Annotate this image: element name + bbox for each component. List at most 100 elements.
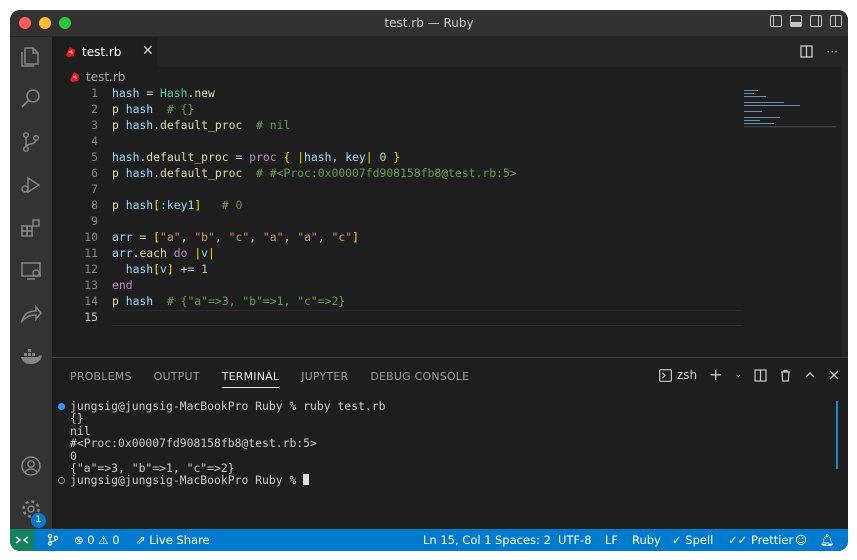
terminal-line: #<Proc:0x00007fd908158fb8@test.rb:5> (70, 436, 317, 451)
code-line: 5 hash.default_proc = proc { |hash, key| … (91, 150, 401, 164)
maximize-panel-icon[interactable] (804, 369, 816, 381)
terminal-prompt-line: jungsig@jungsig-MacBookPro Ruby % (56, 474, 385, 487)
minimap[interactable] (744, 88, 836, 128)
source-branch-icon[interactable] (46, 533, 59, 546)
chevron-down-icon[interactable]: ⌄ (734, 370, 742, 380)
split-terminal-icon[interactable] (754, 368, 767, 382)
code-line: 6p hash.default_proc # #<Proc:0x00007fd9… (91, 166, 517, 180)
code-line: 15 (84, 310, 98, 324)
prompt-circle-icon (58, 477, 65, 485)
prettier-status[interactable]: ✓✓ Prettier (728, 533, 793, 547)
vscode-window: test.rb — Ruby 1 test.rb ✕ ··· test.rb 1… (10, 10, 848, 551)
terminal-scrollbar[interactable] (836, 401, 838, 469)
code-line-text: hash[v] += 1 (125, 262, 209, 276)
tab-test-rb[interactable]: test.rb ✕ (52, 37, 157, 67)
close-panel-icon[interactable] (828, 369, 840, 381)
notifications-bell-icon[interactable]: 🔔︎ (820, 533, 835, 547)
code-line: 2p hash # {} (91, 102, 195, 116)
live-share-button[interactable]: ⇗ Live Share (136, 533, 210, 547)
breadcrumb: test.rb (68, 69, 125, 85)
code-line: 11 arr.each do |v| (84, 246, 215, 260)
remote-explorer-icon[interactable] (19, 259, 43, 283)
code-line-text: arr.each do |v| (112, 246, 215, 260)
new-terminal-icon[interactable]: + (709, 367, 722, 383)
search-icon[interactable] (19, 87, 43, 111)
editor-scrollbar[interactable] (842, 67, 848, 357)
toggle-secondary-sidebar-icon[interactable] (810, 15, 822, 27)
code-line: 10 arr = ["a", "b", "c", "a", "a", "c"] (84, 230, 359, 244)
shell-name: zsh (676, 368, 698, 382)
problems-status[interactable]: ⊗ 0 ⚠ 0 (74, 533, 120, 547)
code-line-text: p hash # {"a"=>3, "b"=>1, "c"=>2} (112, 294, 346, 308)
terminal-icon (658, 368, 672, 382)
terminal-shell-selector[interactable]: zsh (658, 368, 698, 382)
source-control-icon[interactable] (19, 130, 43, 154)
spell-checker[interactable]: ✓ Spell (672, 533, 713, 547)
code-line-text: end (112, 278, 133, 292)
split-editor-icon[interactable] (799, 45, 813, 58)
double-check-icon: ✓✓ (728, 533, 748, 547)
code-line: 1 hash = Hash.new (91, 86, 215, 100)
warning-count: 0 (112, 533, 120, 547)
code-editor[interactable]: 1 hash = Hash.new 2p hash # {} 3p hash.de… (52, 86, 742, 348)
layout-controls (770, 15, 842, 27)
tab-label: test.rb (82, 45, 122, 59)
terminal-line: jungsig@jungsig-MacBookPro Ruby % ruby t… (56, 400, 385, 412)
ruby-file-icon (70, 72, 79, 82)
remote-indicator-button[interactable] (10, 529, 34, 551)
code-line-text: p hash # {} (112, 102, 195, 116)
cursor-position[interactable]: Ln 15, Col 1 (423, 533, 492, 547)
extensions-icon[interactable] (19, 216, 43, 240)
code-line: 8p hash[:key1] # 0 (91, 198, 243, 212)
panel-actions: zsh + ⌄ (658, 367, 840, 383)
tab-terminal[interactable]: TERMINAL (221, 370, 280, 388)
status-bar: ⊗ 0 ⚠ 0 ⇗ Live Share Ln 15, Col 1 Spaces… (10, 529, 848, 551)
error-count: 0 (87, 533, 95, 547)
feedback-icon[interactable]: ☺ (795, 533, 807, 547)
breadcrumb-file[interactable]: test.rb (86, 70, 125, 84)
editor-actions: ··· (799, 45, 838, 59)
terminal-output[interactable]: jungsig@jungsig-MacBookPro Ruby % ruby t… (56, 400, 385, 487)
toggle-panel-icon[interactable] (790, 15, 802, 27)
activity-bar: 1 (10, 37, 52, 529)
code-line-text: p hash.default_proc # #<Proc:0x00007fd90… (112, 166, 517, 180)
code-line-text: hash.default_proc = proc { |hash, key| 0… (112, 150, 401, 164)
live-share-icon: ⇗ (136, 533, 146, 547)
code-line-text: hash = Hash.new (112, 86, 215, 100)
code-line: 12 hash[v] += 1 (84, 262, 209, 276)
error-icon: ⊗ (74, 533, 84, 547)
warning-icon: ⚠ (98, 533, 109, 547)
ruby-file-icon (66, 47, 75, 57)
close-tab-icon[interactable]: ✕ (142, 43, 154, 59)
run-debug-icon[interactable] (19, 173, 43, 197)
tab-output[interactable]: OUTPUT (154, 370, 200, 388)
code-line-text: p hash[:key1] # 0 (112, 198, 243, 212)
code-line: 9 (91, 214, 98, 228)
customize-layout-icon[interactable] (830, 15, 842, 27)
tab-debug-console[interactable]: DEBUG CONSOLE (370, 370, 469, 388)
accounts-icon[interactable] (19, 454, 43, 478)
command-success-icon (58, 403, 65, 410)
tab-problems[interactable]: PROBLEMS (70, 370, 132, 388)
more-actions-icon[interactable]: ··· (827, 45, 838, 59)
tab-jupyter[interactable]: JUPYTER (301, 370, 348, 388)
end-of-line[interactable]: LF (605, 533, 618, 547)
toggle-sidebar-icon[interactable] (770, 15, 782, 27)
code-line: 14 p hash # {"a"=>3, "b"=>1, "c"=>2} (84, 294, 346, 308)
live-share-icon[interactable] (19, 302, 43, 326)
title-bar: test.rb — Ruby (10, 10, 848, 37)
terminal-line: {} (70, 411, 84, 426)
settings-badge: 1 (31, 513, 46, 528)
editor-tab-bar: test.rb ✕ ··· (52, 37, 848, 67)
encoding[interactable]: UTF-8 (558, 533, 592, 547)
explorer-icon[interactable] (19, 45, 43, 69)
trash-icon[interactable] (779, 369, 792, 382)
terminal-cursor (303, 474, 310, 486)
indentation[interactable]: Spaces: 2 (495, 533, 551, 547)
code-line-text: p hash.default_proc # nil (112, 118, 291, 132)
docker-icon[interactable] (19, 345, 43, 369)
language-mode[interactable]: Ruby (632, 533, 661, 547)
spell-check-icon: ✓ (672, 533, 682, 547)
window-title: test.rb — Ruby (384, 16, 474, 30)
code-line: 3p hash.default_proc # nil (91, 118, 291, 132)
